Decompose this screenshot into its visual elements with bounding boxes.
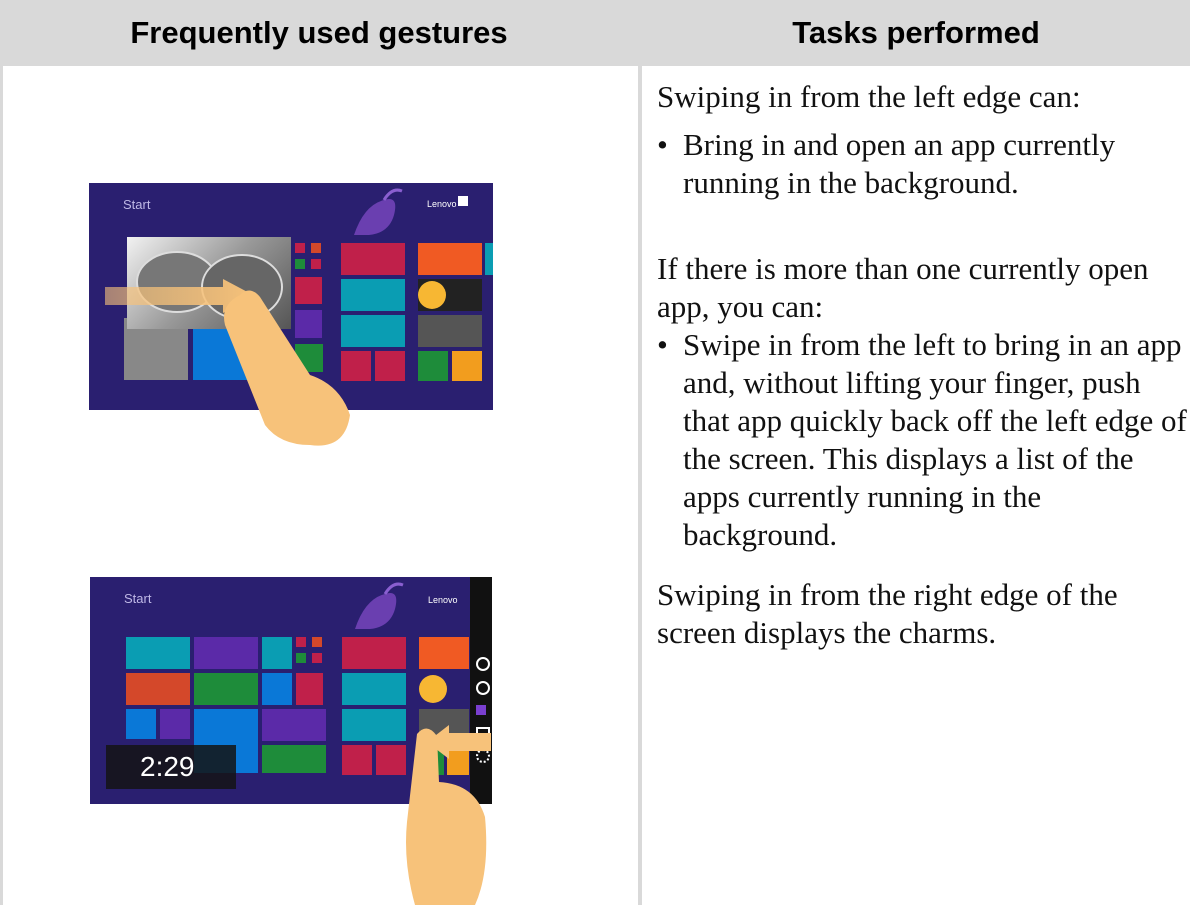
multi-app-bullet-item: • Swipe in from the left to bring in an …: [657, 326, 1187, 554]
lock-clock: 2:29: [106, 745, 236, 789]
start-label: Start: [123, 197, 151, 212]
fish-icon: [354, 188, 403, 235]
multi-app-bullet-text: Swipe in from the left to bring in an ap…: [683, 327, 1187, 552]
user-label: Lenovo: [427, 199, 457, 209]
table-left-border: [0, 66, 3, 905]
multi-app-intro: If there is more than one currently open…: [657, 251, 1149, 324]
column-header-gestures: Frequently used gestures: [0, 0, 638, 66]
fish-icon: [355, 582, 404, 629]
user-label-2: Lenovo: [428, 595, 458, 605]
clock-time: 2:29: [140, 751, 195, 782]
start-label-2: Start: [124, 591, 152, 606]
start-charm-icon: [476, 705, 486, 715]
bullet-dot: •: [657, 127, 668, 162]
left-edge-bullet-text: Bring in and open an app currently runni…: [683, 127, 1116, 200]
column-header-tasks: Tasks performed: [642, 0, 1190, 66]
multi-app-description: If there is more than one currently open…: [657, 250, 1187, 554]
right-edge-text: Swiping in from the right edge of the sc…: [657, 577, 1118, 650]
gesture-table: Frequently used gestures Tasks performed…: [0, 0, 1190, 905]
finger-icon: [406, 728, 487, 905]
column-divider: [638, 0, 642, 905]
finger-icon: [224, 290, 350, 446]
left-edge-intro: Swiping in from the left edge can:: [657, 79, 1081, 114]
avatar: [458, 196, 468, 206]
share-charm-icon: [476, 681, 490, 695]
bullet-dot: •: [657, 327, 668, 362]
left-edge-description: Swiping in from the left edge can: • Bri…: [657, 78, 1187, 202]
left-edge-bullet-item: • Bring in and open an app currently run…: [657, 126, 1187, 202]
search-charm-icon: [476, 657, 490, 671]
right-edge-description: Swiping in from the right edge of the sc…: [657, 576, 1187, 652]
